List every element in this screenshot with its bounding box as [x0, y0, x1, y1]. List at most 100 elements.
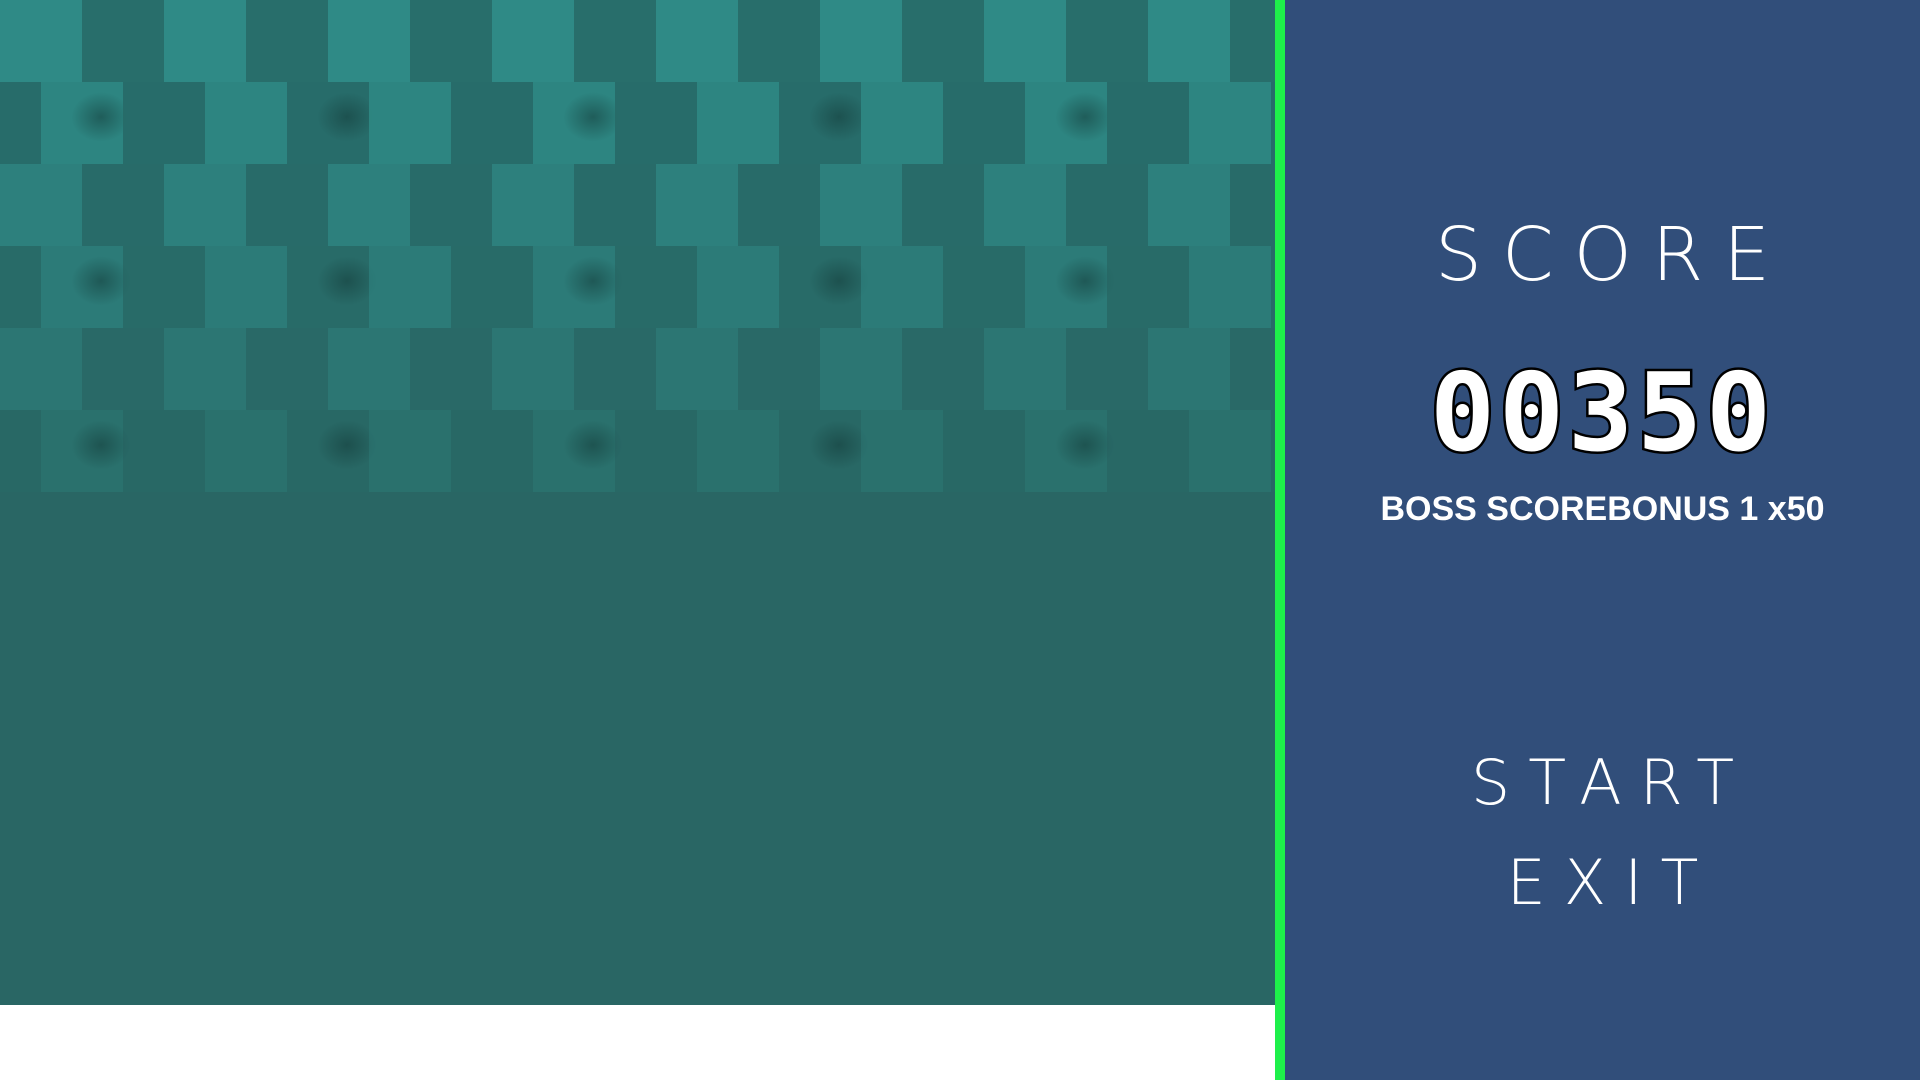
background-tile [0, 164, 82, 246]
background-tile [1189, 410, 1271, 492]
background-tile [1107, 82, 1189, 164]
background-tile [451, 410, 533, 492]
background-tile [369, 246, 451, 328]
background-tile [697, 246, 779, 328]
background-tile [328, 328, 410, 410]
background-tile [574, 328, 656, 410]
background-tile [451, 246, 533, 328]
background-tile [328, 0, 410, 82]
panel-divider [1275, 0, 1285, 1080]
checkered-tile-background [0, 0, 1275, 492]
background-tile [410, 328, 492, 410]
background-tile [943, 246, 1025, 328]
background-tile [0, 82, 41, 164]
background-tile [697, 410, 779, 492]
background-tile [984, 328, 1066, 410]
background-tile [1066, 328, 1148, 410]
background-tile [0, 0, 82, 82]
background-tile [82, 164, 164, 246]
exit-button[interactable]: EXIT [1285, 852, 1920, 914]
background-tile [902, 328, 984, 410]
background-tile [861, 82, 943, 164]
background-tile [164, 0, 246, 82]
background-tile [861, 410, 943, 492]
tile-shadow [809, 420, 869, 470]
background-tile [1066, 0, 1148, 82]
background-tile [656, 0, 738, 82]
background-tile [902, 164, 984, 246]
background-tile [492, 0, 574, 82]
background-tile [451, 82, 533, 164]
background-tile [1107, 246, 1189, 328]
tile-shadow [563, 256, 623, 306]
background-tile [82, 0, 164, 82]
tile-shadow [809, 92, 869, 142]
background-tile [1230, 164, 1275, 246]
tile-shadow [317, 420, 377, 470]
background-tile [574, 164, 656, 246]
background-tile [328, 164, 410, 246]
background-tile [1189, 82, 1271, 164]
background-tile [369, 82, 451, 164]
background-tile [984, 0, 1066, 82]
background-tile [697, 82, 779, 164]
background-tile [861, 246, 943, 328]
boss-score-bonus-text: BOSS SCOREBONUS 1 x50 [1380, 490, 1825, 528]
background-tile [820, 0, 902, 82]
background-tile [0, 328, 82, 410]
background-tile [615, 410, 697, 492]
tile-shadow [317, 256, 377, 306]
background-tile [738, 164, 820, 246]
background-tile [492, 328, 574, 410]
score-value: 00350 [1427, 351, 1776, 476]
tile-shadow [71, 256, 131, 306]
background-tile [123, 246, 205, 328]
game-playfield [0, 0, 1275, 1005]
start-button[interactable]: START [1285, 752, 1920, 814]
background-tile [738, 0, 820, 82]
background-tile [1148, 164, 1230, 246]
playfield-bottom-strip [0, 1005, 1275, 1080]
background-tile [656, 164, 738, 246]
background-tile [1189, 246, 1271, 328]
tile-shadow [563, 420, 623, 470]
background-tile [246, 0, 328, 82]
background-tile [123, 82, 205, 164]
background-tile [1230, 0, 1275, 82]
background-tile [1107, 410, 1189, 492]
background-tile [0, 246, 41, 328]
background-tile [738, 328, 820, 410]
background-tile [902, 0, 984, 82]
tile-shadow [71, 92, 131, 142]
background-tile [205, 82, 287, 164]
background-tile [1148, 0, 1230, 82]
background-tile [820, 164, 902, 246]
background-tile [943, 82, 1025, 164]
background-tile [410, 164, 492, 246]
background-tile [205, 246, 287, 328]
background-tile [656, 328, 738, 410]
background-tile [0, 410, 41, 492]
background-tile [246, 164, 328, 246]
background-tile [123, 410, 205, 492]
background-tile [943, 410, 1025, 492]
tile-shadow [809, 256, 869, 306]
background-tile [820, 328, 902, 410]
tile-shadow [1055, 92, 1115, 142]
background-tile [574, 0, 656, 82]
tile-shadow [71, 420, 131, 470]
tile-shadow [317, 92, 377, 142]
background-tile [1230, 328, 1275, 410]
side-panel: SCORE 00350 BOSS SCOREBONUS 1 x50 START … [1285, 0, 1920, 1080]
background-tile [82, 328, 164, 410]
tile-shadow [563, 92, 623, 142]
background-tile [1066, 164, 1148, 246]
background-tile [164, 164, 246, 246]
tile-shadow [1055, 420, 1115, 470]
background-tile [984, 164, 1066, 246]
background-tile [246, 328, 328, 410]
background-tile [615, 246, 697, 328]
background-tile [410, 0, 492, 82]
score-label: SCORE [1434, 212, 1791, 298]
tile-shadow [1055, 256, 1115, 306]
